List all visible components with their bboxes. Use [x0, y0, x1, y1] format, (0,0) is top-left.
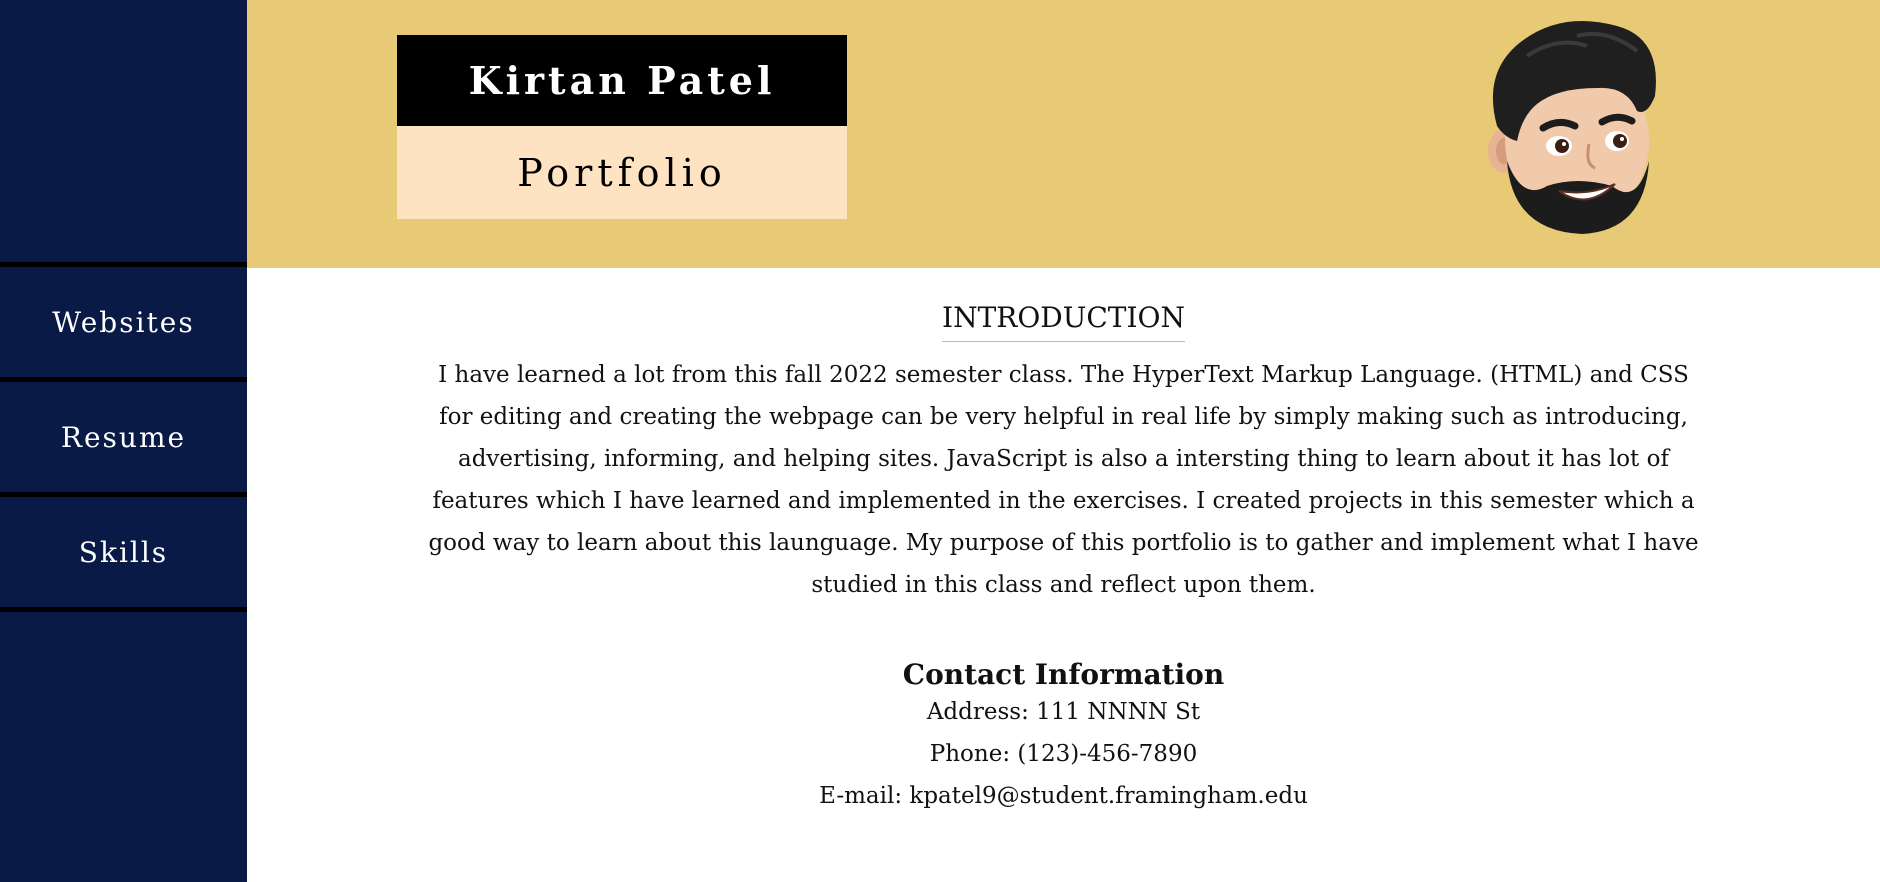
sidebar: Websites Resume Skills: [0, 0, 247, 882]
title-box: Kirtan Patel Portfolio: [397, 35, 847, 219]
contact-address: Address: 111 NNNN St: [926, 699, 1201, 725]
header-banner: Kirtan Patel Portfolio: [247, 0, 1880, 268]
introduction-heading: INTRODUCTION: [942, 301, 1185, 342]
introduction-text: I have learned a lot from this fall 2022…: [428, 362, 1699, 598]
nav-item-resume[interactable]: Resume: [0, 382, 247, 497]
memoji-avatar-icon: [1488, 21, 1656, 234]
nav-item-websites[interactable]: Websites: [0, 267, 247, 382]
contact-heading: Contact Information: [902, 658, 1225, 691]
nav-item-skills[interactable]: Skills: [0, 497, 247, 612]
sidebar-top-spacer: [0, 0, 247, 267]
site-owner-name: Kirtan Patel: [397, 35, 847, 126]
main-content: INTRODUCTION I have learned a lot from t…: [247, 268, 1880, 882]
site-subtitle: Portfolio: [397, 126, 847, 219]
contact-email[interactable]: E-mail: kpatel9@student.framingham.edu: [247, 775, 1880, 817]
contact-phone: Phone: (123)-456-7890: [929, 741, 1198, 767]
